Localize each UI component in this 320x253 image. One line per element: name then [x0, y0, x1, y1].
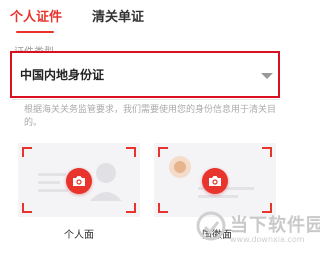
site-watermark: 当下软件园 www.downxia.com [190, 205, 320, 253]
watermark-title: 当下软件园 [230, 215, 320, 236]
frame-corner [262, 147, 272, 157]
id-front-label: 个人面 [64, 230, 94, 241]
tab-customs-documents[interactable]: 清关单证 [92, 6, 144, 25]
tab-personal-id[interactable]: 个人证件 [10, 6, 62, 25]
frame-corner [22, 203, 32, 213]
frame-corner [158, 147, 168, 157]
tab-bar: 个人证件 清关单证 [0, 0, 294, 36]
frame-corner [22, 147, 32, 157]
frame-corner [126, 203, 136, 213]
field-divider [12, 99, 280, 100]
watermark-url: www.downxia.com [230, 235, 305, 244]
watermark-logo-icon [196, 211, 226, 241]
frame-corner [126, 147, 136, 157]
frame-corner [158, 203, 168, 213]
id-type-select[interactable]: 中国内地身份证 [10, 51, 280, 98]
customs-hint-text: 根据海关关务监管要求，我们需要使用您的身份信息用于清关目的。 [24, 105, 277, 128]
id-front-upload-card[interactable] [18, 143, 140, 217]
camera-icon[interactable] [202, 168, 228, 194]
camera-icon[interactable] [66, 168, 92, 194]
dropdown-arrow-icon [261, 73, 273, 79]
id-type-value: 中国内地身份证 [20, 68, 105, 82]
active-tab-indicator [16, 31, 54, 33]
